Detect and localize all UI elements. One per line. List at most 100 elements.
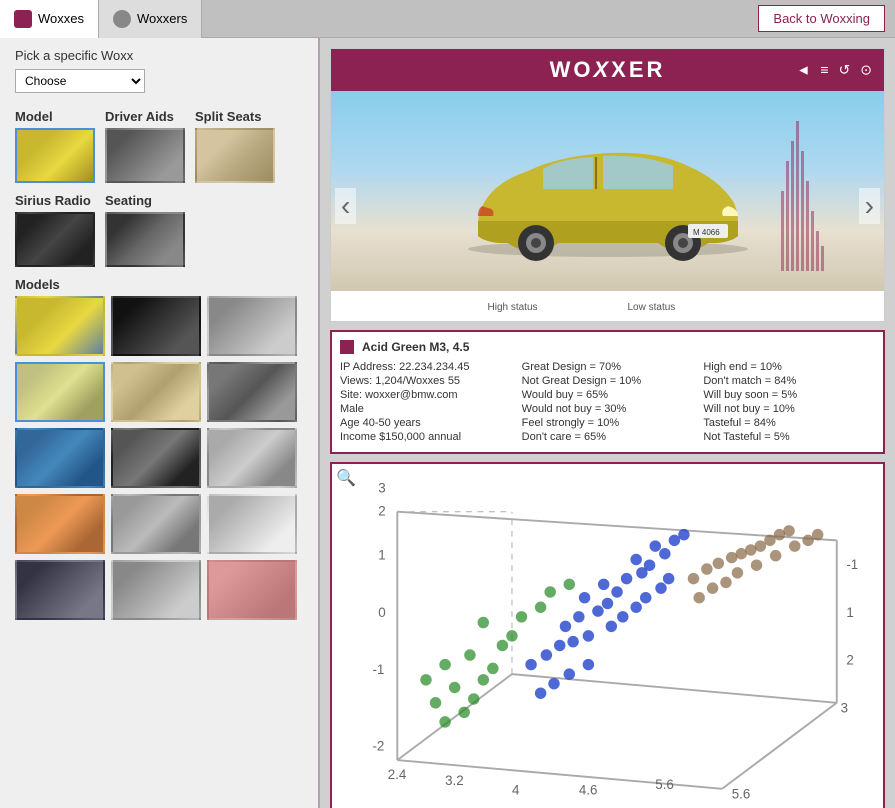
svg-text:2.4: 2.4: [388, 767, 407, 782]
model-item-1[interactable]: [15, 296, 105, 356]
tab-woxxers-label: Woxxers: [137, 11, 187, 26]
model-item-3[interactable]: [207, 296, 297, 356]
choose-select-wrapper: Choose: [0, 69, 318, 103]
svg-text:5.6: 5.6: [655, 777, 674, 792]
top-bar: Woxxes Woxxers Back to Woxxing: [0, 0, 895, 38]
data-row-buy-soon: Will buy soon = 5%: [703, 388, 875, 402]
models-title: Models: [15, 277, 303, 292]
scatter-plot: 2.4 3.2 4 4.6 5.6 5.6 3 2 1 -1 -2 -1 0 1…: [340, 472, 875, 808]
svg-text:3.2: 3.2: [445, 773, 464, 788]
model-item-8[interactable]: [111, 428, 201, 488]
data-card: Acid Green M3, 4.5 IP Address: 22.234.23…: [330, 330, 885, 454]
data-row-dont-care: Don't care = 65%: [522, 430, 694, 444]
category-sirius-title: Sirius Radio: [15, 193, 95, 208]
nav-left-arrow[interactable]: ‹: [335, 188, 356, 224]
svg-text:4: 4: [512, 782, 520, 797]
tab-woxxers[interactable]: Woxxers: [99, 0, 202, 38]
model-item-11[interactable]: [111, 494, 201, 554]
data-col2: Great Design = 70% Not Great Design = 10…: [522, 360, 694, 444]
svg-text:1: 1: [378, 547, 385, 562]
model-item-12[interactable]: [207, 494, 297, 554]
scatter-card: 🔍 2.4 3.2 4 4.6 5.6 5.6 3: [330, 462, 885, 808]
model-item-7[interactable]: [15, 428, 105, 488]
svg-text:-1: -1: [846, 557, 858, 572]
data-row-will-not-buy: Will not buy = 10%: [703, 402, 875, 416]
choose-select[interactable]: Choose: [15, 69, 145, 93]
categories-row1: Model Driver Aids Split Seats: [0, 103, 318, 187]
model-item-14[interactable]: [111, 560, 201, 620]
category-sirius-img[interactable]: [15, 212, 95, 267]
axis-high-status: High status: [488, 302, 538, 313]
model-item-15[interactable]: [207, 560, 297, 620]
svg-text:5.6: 5.6: [732, 786, 751, 801]
category-model-title: Model: [15, 109, 95, 124]
car-svg: M 4066: [448, 121, 768, 261]
data-grid: IP Address: 22.234.234.45 Views: 1,204/W…: [340, 360, 875, 444]
model-item-4[interactable]: [15, 362, 105, 422]
data-row-ip: IP Address: 22.234.234.45: [340, 360, 512, 374]
svg-text:3: 3: [378, 481, 385, 496]
category-sirius: Sirius Radio: [15, 193, 95, 267]
svg-text:3: 3: [841, 700, 848, 715]
category-driver-aids-title: Driver Aids: [105, 109, 185, 124]
data-row-site: Site: woxxer@bmw.com: [340, 388, 512, 402]
woxxer-card: WOXXER ◄ ≡ ↺ ⊙ ‹ › This is sexy Am curre…: [330, 48, 885, 322]
data-row-not-great: Not Great Design = 10%: [522, 374, 694, 388]
model-item-10[interactable]: [15, 494, 105, 554]
category-split-seats: Split Seats: [195, 109, 275, 183]
share-icon[interactable]: ◄: [797, 62, 811, 79]
data-col3: High end = 10% Don't match = 84% Will bu…: [703, 360, 875, 444]
tab-woxxes[interactable]: Woxxes: [0, 0, 99, 38]
pick-label: Pick a specific Woxx: [0, 38, 318, 69]
models-grid: [15, 296, 303, 620]
model-img-inner: [17, 130, 93, 181]
data-card-header: Acid Green M3, 4.5: [340, 340, 875, 354]
data-row-not-tasteful: Not Tasteful = 5%: [703, 430, 875, 444]
category-driver-aids-img[interactable]: [105, 128, 185, 183]
data-card-title: Acid Green M3, 4.5: [362, 340, 469, 354]
circle-icon[interactable]: ⊙: [860, 62, 872, 79]
data-row-income: Income $150,000 annual: [340, 430, 512, 444]
svg-text:1: 1: [846, 605, 853, 620]
category-model-img[interactable]: [15, 128, 95, 183]
model-item-9[interactable]: [207, 428, 297, 488]
bars-right: [781, 111, 824, 271]
model-item-13[interactable]: [15, 560, 105, 620]
model-item-5[interactable]: [111, 362, 201, 422]
back-button[interactable]: Back to Woxxing: [758, 5, 885, 32]
category-model: Model: [15, 109, 95, 183]
left-panel: ▶ Pick a specific Woxx Choose Model Driv…: [0, 38, 320, 808]
panel-collapse-arrow[interactable]: ▶: [318, 403, 320, 443]
svg-text:M 4066: M 4066: [693, 228, 720, 237]
tab-woxxes-label: Woxxes: [38, 11, 84, 26]
list-icon[interactable]: ≡: [820, 62, 828, 79]
models-section: Models: [0, 271, 318, 624]
nav-right-arrow[interactable]: ›: [859, 188, 880, 224]
woxxer-icons: ◄ ≡ ↺ ⊙: [797, 62, 873, 79]
data-row-feel-strongly: Feel strongly = 10%: [522, 416, 694, 430]
data-row-great-design: Great Design = 70%: [522, 360, 694, 374]
category-split-seats-img[interactable]: [195, 128, 275, 183]
magnify-icon[interactable]: 🔍: [336, 468, 356, 488]
woxxers-icon: [113, 10, 131, 28]
model-item-2[interactable]: [111, 296, 201, 356]
svg-text:4.6: 4.6: [579, 782, 598, 797]
data-row-views: Views: 1,204/Woxxes 55: [340, 374, 512, 388]
data-row-age: Age 40-50 years: [340, 416, 512, 430]
axis-low-status: Low status: [628, 302, 676, 313]
category-driver-aids: Driver Aids: [105, 109, 185, 183]
data-color-box: [340, 340, 354, 354]
category-seating-img[interactable]: [105, 212, 185, 267]
main-layout: ▶ Pick a specific Woxx Choose Model Driv…: [0, 38, 895, 808]
data-col1: IP Address: 22.234.234.45 Views: 1,204/W…: [340, 360, 512, 444]
data-row-would-buy: Would buy = 65%: [522, 388, 694, 402]
woxxer-header: WOXXER ◄ ≡ ↺ ⊙: [331, 49, 884, 91]
woxxer-title: WOXXER: [550, 57, 666, 83]
svg-text:0: 0: [378, 605, 385, 620]
model-item-6[interactable]: [207, 362, 297, 422]
data-row-not-buy: Would not buy = 30%: [522, 402, 694, 416]
refresh-icon[interactable]: ↺: [839, 62, 851, 79]
data-row-high-end: High end = 10%: [703, 360, 875, 374]
right-panel: WOXXER ◄ ≡ ↺ ⊙ ‹ › This is sexy Am curre…: [320, 38, 895, 808]
data-row-tasteful: Tasteful = 84%: [703, 416, 875, 430]
